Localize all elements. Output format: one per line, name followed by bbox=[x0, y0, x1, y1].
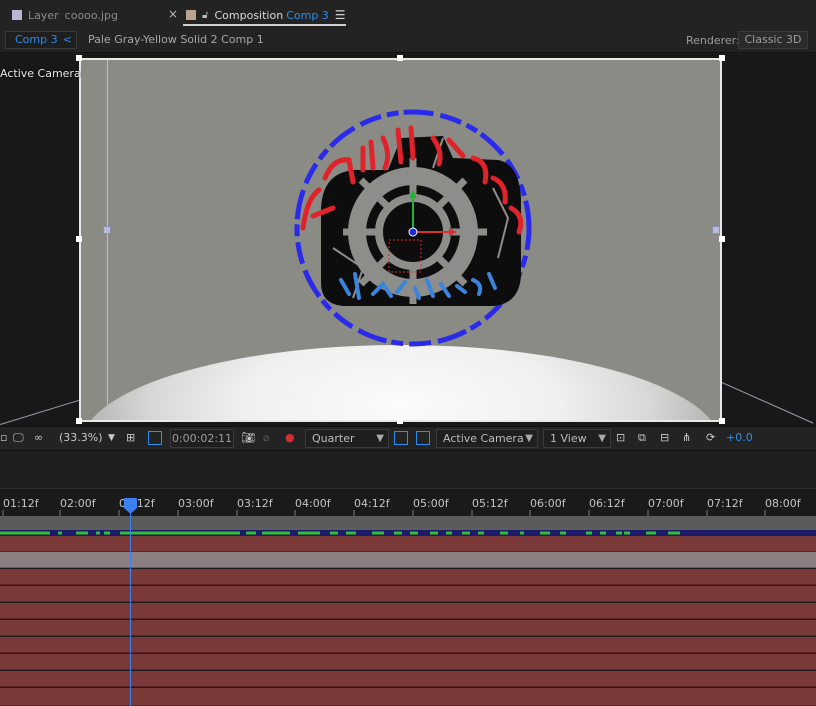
chevron-down-icon: ▼ bbox=[598, 433, 606, 444]
timeline-icon[interactable]: ⊟ bbox=[660, 431, 669, 444]
tab-layer-prefix: Layer bbox=[28, 8, 59, 22]
toggle-pixel-aspect-icon[interactable]: ⊡ bbox=[616, 431, 625, 444]
viewer-toolbar: ▫ 🖵︎ ∞ (33.3%) ▼ ⊞ 0:00:02:11 📷︎ ⌀ ● Qua… bbox=[0, 426, 816, 450]
snapshot-icon[interactable]: 📷︎ bbox=[241, 431, 255, 444]
guide-line bbox=[107, 60, 108, 420]
time-tick-label: 04:00f bbox=[295, 497, 331, 510]
layer-bar[interactable] bbox=[0, 620, 816, 636]
time-tick-label: 04:12f bbox=[354, 497, 390, 510]
reset-exposure-icon[interactable]: ⟳ bbox=[706, 431, 715, 444]
tab-layer-name: coooo.jpg bbox=[64, 8, 118, 22]
tab-comp-prefix: Composition bbox=[214, 8, 284, 22]
lock-icon[interactable]: 🔓︎ bbox=[202, 10, 208, 21]
frame-handle[interactable] bbox=[719, 55, 725, 61]
current-time-indicator-icon[interactable] bbox=[124, 498, 137, 514]
chevron-down-icon: ▼ bbox=[376, 433, 384, 444]
tab-composition[interactable]: 🔓︎ Composition Comp 3 ☰ bbox=[186, 4, 346, 26]
renderer-label: Renderer: bbox=[686, 34, 740, 47]
breadcrumb-sub-comp[interactable]: Pale Gray-Yellow Solid 2 Comp 1 bbox=[88, 33, 264, 46]
time-tick-label: 02:00f bbox=[60, 497, 96, 510]
time-ruler[interactable]: 01:12f 02:00f 02:12f 03:00f 03:12f 04:00… bbox=[0, 488, 816, 517]
composition-viewer[interactable]: Active Camera bbox=[0, 54, 816, 426]
time-tick-label: 01:12f bbox=[3, 497, 39, 510]
layer-bar[interactable] bbox=[0, 586, 816, 602]
layer-bar[interactable] bbox=[0, 603, 816, 619]
frame-handle[interactable] bbox=[397, 418, 403, 424]
view-camera-value: Active Camera bbox=[443, 432, 524, 445]
time-tick-label: 07:12f bbox=[707, 497, 743, 510]
current-time-indicator-line[interactable] bbox=[130, 498, 131, 706]
time-tick-label: 03:00f bbox=[178, 497, 214, 510]
fast-previews-icon[interactable]: ⧉ bbox=[638, 431, 646, 445]
resolution-select[interactable]: Quarter ▼ bbox=[305, 429, 389, 448]
view-layout-select[interactable]: 1 View ▼ bbox=[543, 429, 611, 448]
resolution-grid-icon[interactable]: ⊞ bbox=[126, 431, 135, 444]
mask-visibility-icon[interactable]: ∞ bbox=[34, 431, 43, 444]
show-snapshot-icon[interactable]: ⌀ bbox=[263, 431, 270, 444]
breadcrumb-active-label: Comp 3 bbox=[15, 33, 58, 46]
current-time-display[interactable]: 0:00:02:11 bbox=[170, 429, 234, 448]
magnet-icon[interactable]: ▫ bbox=[0, 431, 7, 444]
layer-bar[interactable] bbox=[0, 637, 816, 653]
logo-layer[interactable] bbox=[293, 98, 543, 354]
time-tick-label: 05:12f bbox=[472, 497, 508, 510]
work-area-bar[interactable] bbox=[0, 516, 816, 530]
viewer-tab-bar: Layer coooo.jpg × 🔓︎ Composition Comp 3 … bbox=[0, 0, 816, 29]
monitor-icon[interactable]: 🖵︎ bbox=[13, 431, 24, 445]
close-icon[interactable]: × bbox=[168, 7, 178, 21]
active-camera-label: Active Camera bbox=[0, 67, 81, 80]
time-tick-label: 08:00f bbox=[765, 497, 801, 510]
frame-handle[interactable] bbox=[76, 418, 82, 424]
light-glow bbox=[81, 345, 720, 420]
time-tick-label: 06:00f bbox=[530, 497, 566, 510]
view-layout-value: 1 View bbox=[550, 432, 587, 445]
layer-tracks bbox=[0, 536, 816, 706]
breadcrumb-active-comp[interactable]: Comp 3 < bbox=[5, 31, 77, 49]
active-tab-underline bbox=[183, 24, 346, 26]
layer-bar[interactable] bbox=[0, 688, 816, 706]
transparency-grid-icon[interactable] bbox=[148, 431, 162, 445]
layer-handle[interactable] bbox=[712, 226, 720, 234]
camera-frustum-line bbox=[721, 382, 814, 424]
comp-navigator: Comp 3 < Pale Gray-Yellow Solid 2 Comp 1… bbox=[0, 29, 816, 53]
time-tick-label: 07:00f bbox=[648, 497, 684, 510]
layer-bar[interactable] bbox=[0, 536, 816, 552]
chevron-down-icon[interactable]: ▼ bbox=[108, 433, 115, 443]
frame-handle[interactable] bbox=[397, 55, 403, 61]
view-camera-select[interactable]: Active Camera ▼ bbox=[436, 429, 538, 448]
tab-comp-name: Comp 3 bbox=[286, 8, 329, 22]
composition-frame[interactable] bbox=[79, 58, 722, 422]
panel-menu-icon[interactable]: ☰ bbox=[335, 8, 346, 22]
resolution-value: Quarter bbox=[312, 432, 355, 445]
frame-handle[interactable] bbox=[719, 418, 725, 424]
layer-color-swatch bbox=[12, 10, 22, 20]
toggle-transparency-icon[interactable] bbox=[416, 431, 430, 445]
time-tick-label: 05:00f bbox=[413, 497, 449, 510]
frame-handle[interactable] bbox=[76, 55, 82, 61]
layer-handle[interactable] bbox=[103, 226, 111, 234]
layer-bar[interactable] bbox=[0, 654, 816, 670]
chevron-left-icon: < bbox=[62, 33, 72, 46]
layer-bar[interactable] bbox=[0, 671, 816, 687]
frame-handle[interactable] bbox=[719, 236, 725, 242]
tab-layer[interactable]: Layer coooo.jpg bbox=[12, 4, 118, 26]
color-channels-icon[interactable]: ● bbox=[285, 431, 295, 444]
time-tick-label: 06:12f bbox=[589, 497, 625, 510]
camera-frustum-line bbox=[0, 398, 83, 425]
layer-bar[interactable] bbox=[0, 552, 816, 568]
comp-color-swatch bbox=[186, 10, 196, 20]
region-of-interest-icon[interactable] bbox=[394, 431, 408, 445]
time-tick-label: 03:12f bbox=[237, 497, 273, 510]
flowchart-icon[interactable]: ⋔ bbox=[682, 431, 691, 444]
timeline-header bbox=[0, 450, 816, 488]
frame-handle[interactable] bbox=[76, 236, 82, 242]
zoom-level[interactable]: (33.3%) bbox=[59, 431, 103, 444]
renderer-select[interactable]: Classic 3D bbox=[738, 31, 808, 49]
layer-bar[interactable] bbox=[0, 569, 816, 585]
chevron-down-icon: ▼ bbox=[525, 433, 533, 444]
exposure-value[interactable]: +0.0 bbox=[726, 431, 753, 444]
